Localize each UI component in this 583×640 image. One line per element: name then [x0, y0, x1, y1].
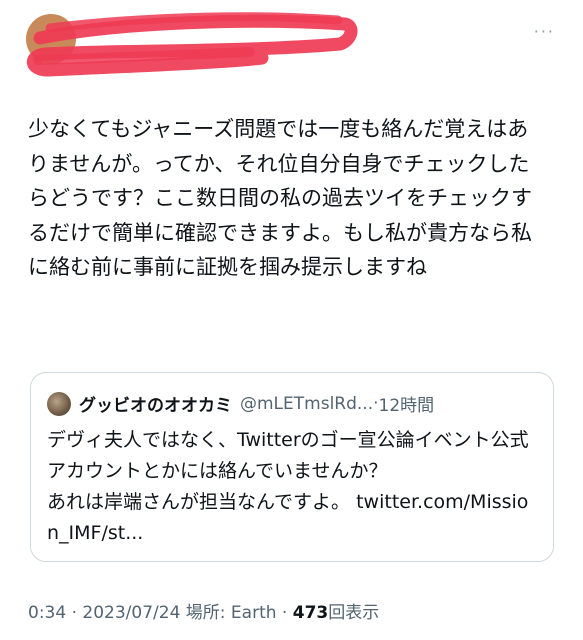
quoted-tweet-header: グッビオのオオカミ @mLETmslRd...·12時間	[47, 391, 537, 417]
tweet-time[interactable]: 0:34	[28, 603, 66, 623]
quoted-tweet-body: デヴィ夫人ではなく、Twitterのゴー宣公論イベント公式アカウントとかには絡ん…	[47, 425, 537, 549]
meta-separator: ·	[66, 603, 83, 623]
meta-separator-2: ·	[276, 603, 293, 623]
quoted-tweet-card[interactable]: グッビオのオオカミ @mLETmslRd...·12時間 デヴィ夫人ではなく、Tw…	[30, 372, 554, 562]
tweet-location: 場所: Earth	[180, 603, 277, 623]
quoted-tweet-text-2: あれは岸端さんが担当なんですよ。	[47, 491, 351, 513]
views-label: 回表示	[328, 603, 380, 623]
tweet-body: 少なくてもジャニーズ問題では一度も絡んだ覚えはありませんが。ってか、それ位自分自…	[28, 117, 532, 279]
tweet-header: ···	[0, 0, 583, 90]
more-options-icon[interactable]: ···	[534, 22, 555, 41]
quoted-author-name[interactable]: グッビオのオオカミ	[79, 396, 232, 416]
tweet-metadata: 0:34 · 2023/07/24 場所: Earth · 473回表示	[28, 598, 379, 623]
quoted-tweet-time: 12時間	[378, 396, 435, 416]
quoted-author-avatar[interactable]	[47, 391, 71, 416]
tweet-date[interactable]: 2023/07/24	[82, 603, 180, 623]
quoted-tweet-text: デヴィ夫人ではなく、Twitterのゴー宣公論イベント公式アカウントとかには絡ん…	[47, 429, 529, 482]
redaction-scribble	[26, 12, 358, 77]
views-count: 473	[292, 603, 329, 623]
quoted-author-handle[interactable]: @mLETmslRd...	[240, 394, 373, 414]
